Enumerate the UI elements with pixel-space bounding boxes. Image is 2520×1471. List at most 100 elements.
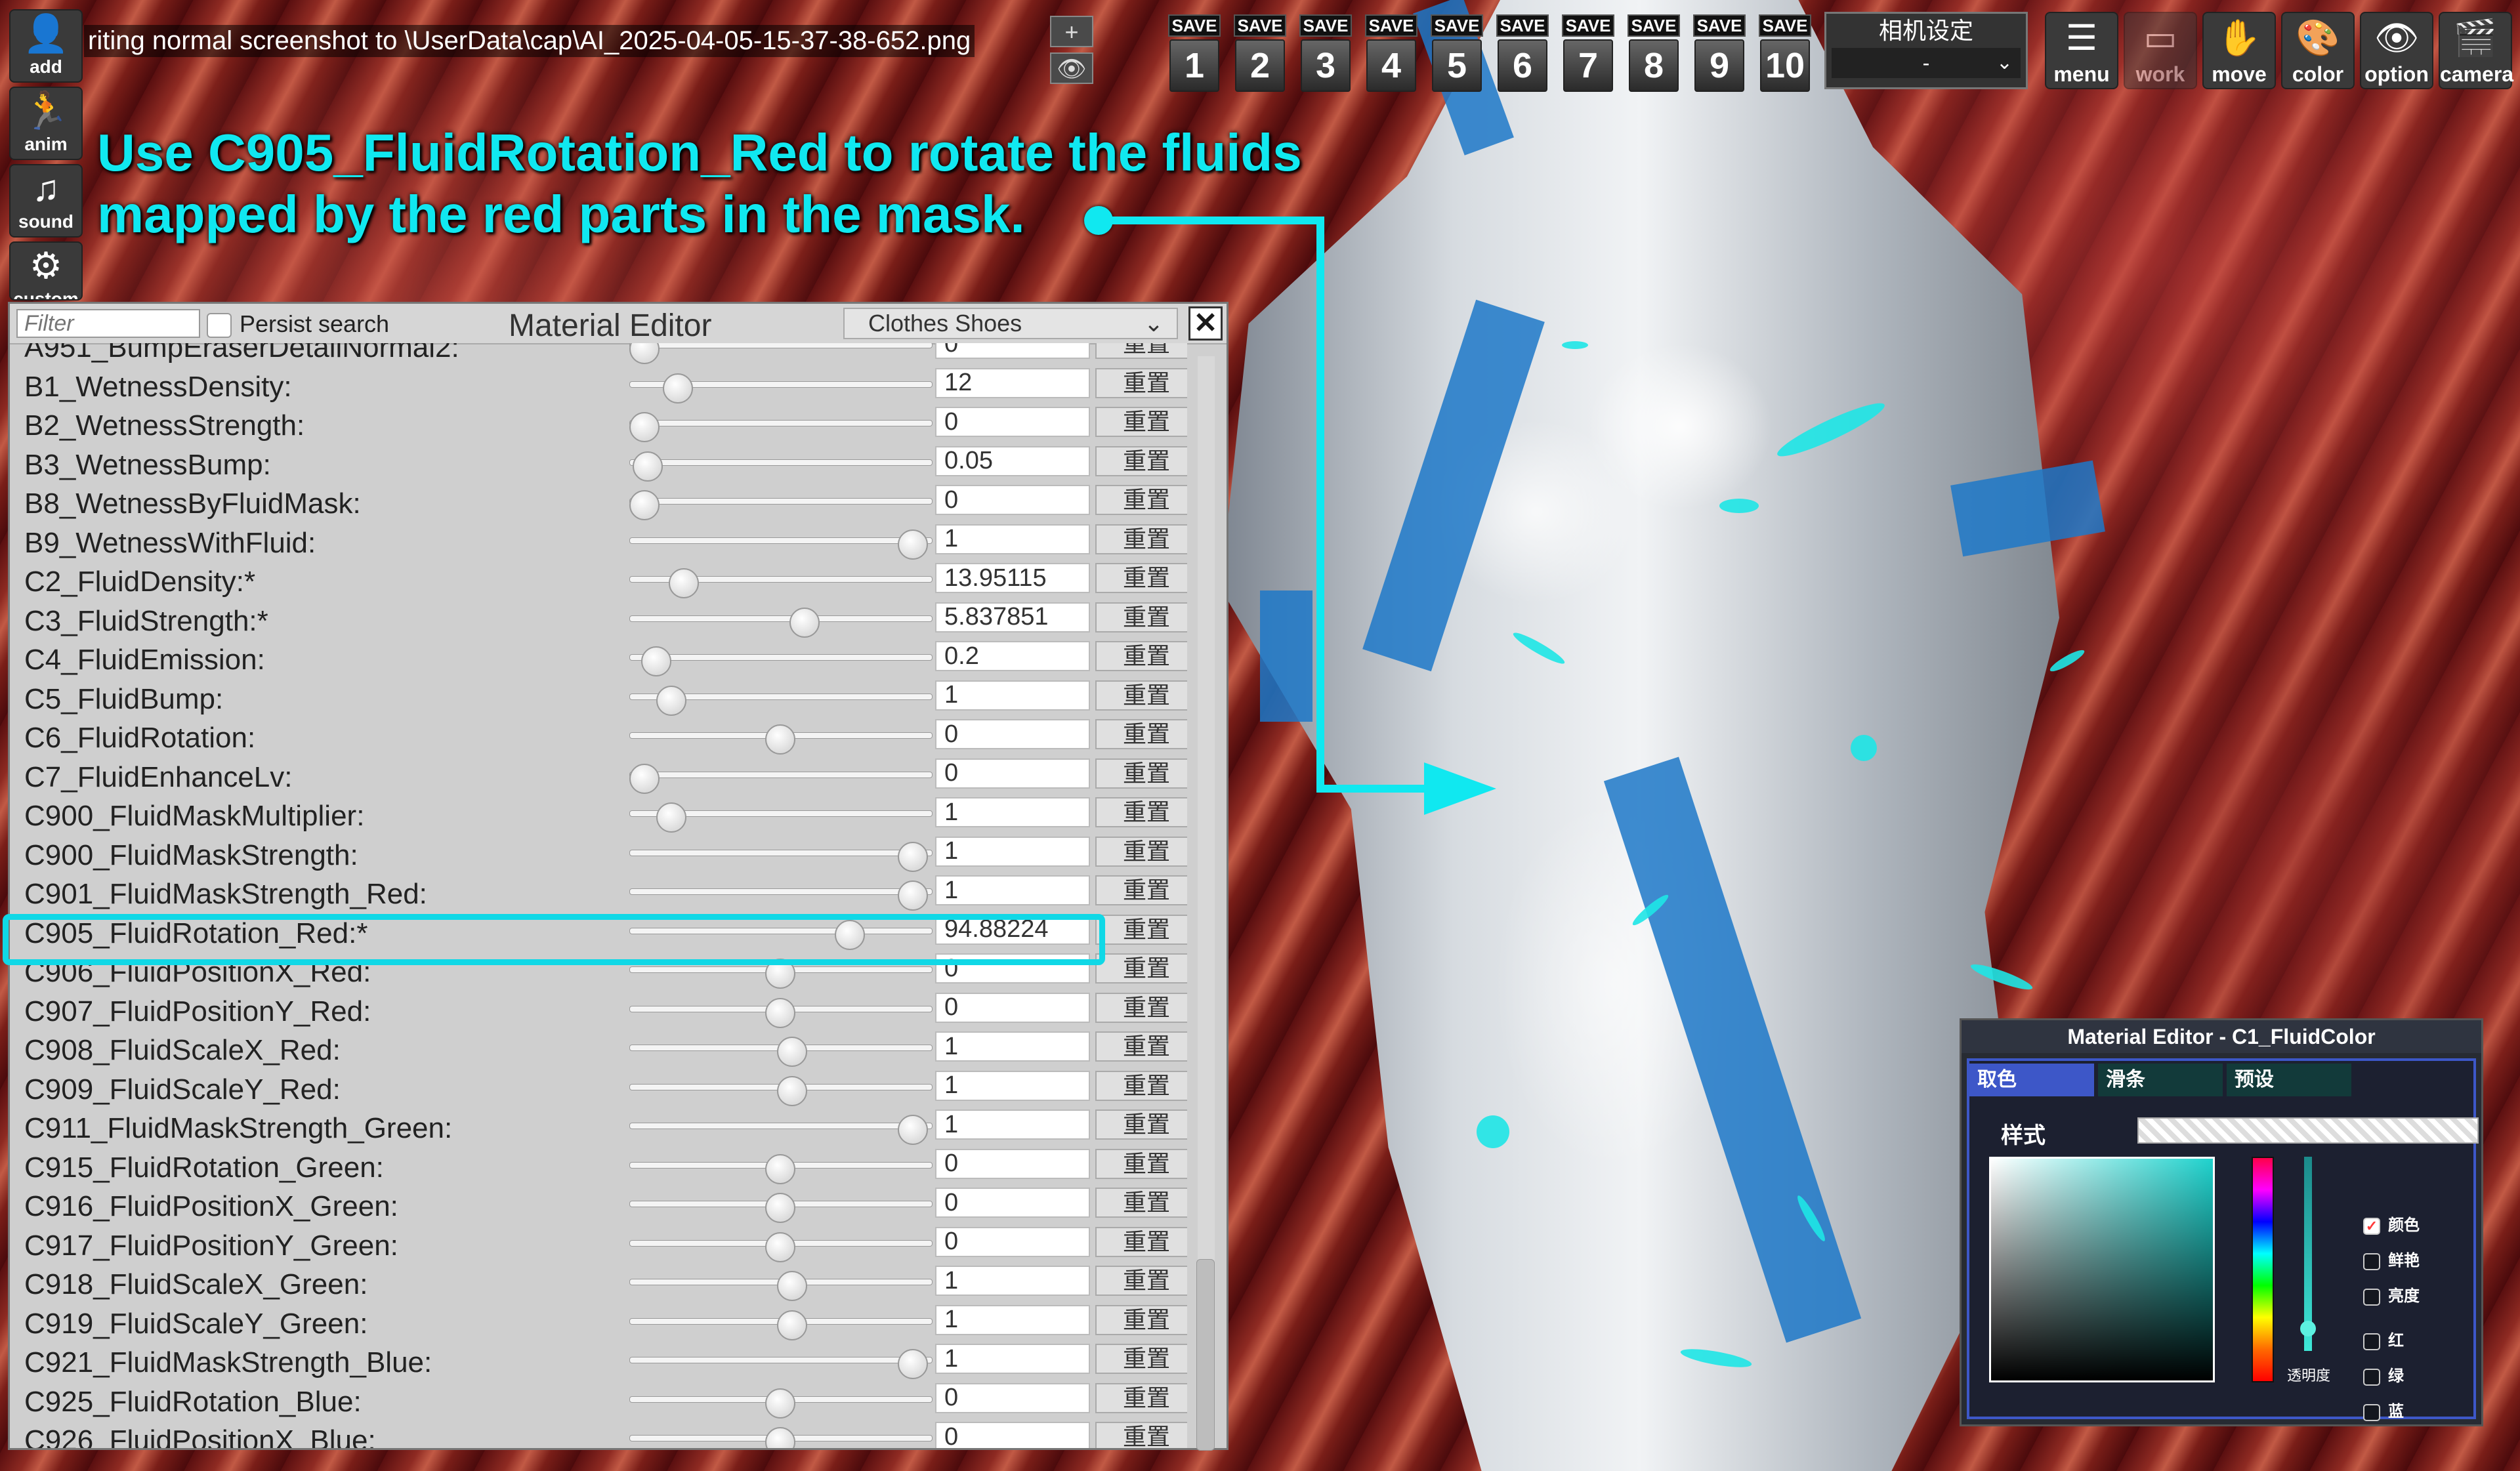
camera-button[interactable]: 🎬 camera [2439,12,2513,89]
saturation-value-picker[interactable] [1989,1157,2215,1382]
slider-handle[interactable] [898,529,929,560]
channel-option[interactable]: 亮度 [2363,1283,2420,1306]
tab-sliders[interactable]: 滑条 [2098,1064,2223,1096]
slider-handle[interactable] [777,1075,808,1106]
reset-button[interactable]: 重置 [1095,563,1187,593]
slider-handle[interactable] [777,1271,808,1301]
property-value-field[interactable] [935,797,1090,827]
anim-button[interactable]: 🏃 anim [9,87,83,160]
property-value-field[interactable] [935,524,1090,554]
property-slider[interactable] [629,1357,933,1363]
reset-button[interactable]: 重置 [1095,680,1187,711]
slider-handle[interactable] [629,412,660,442]
channel-option[interactable]: ✓ 颜色 [2363,1212,2420,1235]
checkbox[interactable] [2363,1368,2380,1386]
reset-button[interactable]: 重置 [1095,875,1187,905]
reset-button[interactable]: 重置 [1095,1188,1187,1218]
property-slider[interactable] [629,537,933,544]
color-swatch-preview[interactable] [2137,1117,2479,1144]
reset-button[interactable]: 重置 [1095,641,1187,671]
property-value-field[interactable] [935,602,1090,632]
property-value-field[interactable] [935,758,1090,789]
save-slot-8[interactable]: SAVE 8 [1626,14,1681,92]
property-value-field[interactable] [935,992,1090,1023]
slider-handle[interactable] [765,724,795,755]
hue-slider[interactable] [2252,1157,2274,1382]
add-button[interactable]: 👤 add [9,9,83,83]
reset-button[interactable]: 重置 [1095,407,1187,437]
property-value-field[interactable] [935,407,1090,437]
reset-button[interactable]: 重置 [1095,1266,1187,1296]
channel-option[interactable]: 红 [2363,1327,2404,1350]
save-slot-9[interactable]: SAVE 9 [1692,14,1747,92]
property-value-field[interactable] [935,1109,1090,1140]
checkbox[interactable] [2363,1403,2380,1421]
slider-handle[interactable] [668,568,699,598]
sound-button[interactable]: ♫ sound [9,164,83,238]
property-value-field[interactable] [935,1344,1090,1374]
property-value-field[interactable] [935,563,1090,593]
property-slider[interactable] [629,1123,933,1129]
reset-button[interactable]: 重置 [1095,1070,1187,1101]
property-slider[interactable] [629,343,933,348]
reset-button[interactable]: 重置 [1095,1344,1187,1374]
checkbox[interactable] [2363,1333,2380,1350]
property-value-field[interactable] [935,367,1090,398]
reset-button[interactable]: 重置 [1095,797,1187,827]
property-value-field[interactable] [935,1188,1090,1218]
slider-handle[interactable] [765,997,795,1028]
reset-button[interactable]: 重置 [1095,485,1187,515]
tab-presets[interactable]: 预设 [2227,1064,2351,1096]
save-slot-2[interactable]: SAVE 2 [1232,14,1288,92]
slider-handle[interactable] [898,881,929,911]
save-slot-1[interactable]: SAVE 1 [1167,14,1222,92]
slider-handle[interactable] [777,1037,808,1067]
alpha-slider-handle[interactable] [2300,1321,2316,1336]
save-slot-10[interactable]: SAVE 10 [1757,14,1813,92]
reset-button[interactable]: 重置 [1095,1382,1187,1413]
slider-handle[interactable] [777,1310,808,1340]
slider-handle[interactable] [765,1388,795,1419]
close-button[interactable]: ✕ [1188,306,1223,341]
reset-button[interactable]: 重置 [1095,1148,1187,1179]
custom-button[interactable]: ⚙ custom [9,241,83,300]
channel-option[interactable]: 蓝 [2363,1398,2404,1421]
zoom-plus-button[interactable]: + [1050,16,1093,47]
save-slot-6[interactable]: SAVE 6 [1495,14,1550,92]
work-button[interactable]: ▭ work [2124,12,2197,89]
reset-button[interactable]: 重置 [1095,836,1187,867]
slider-handle[interactable] [765,1427,795,1448]
slider-handle[interactable] [765,1193,795,1223]
slider-handle[interactable] [641,646,672,676]
property-slider[interactable] [629,771,933,778]
visibility-toggle-button[interactable]: 👁 [1050,52,1093,84]
slider-handle[interactable] [765,1232,795,1262]
slider-handle[interactable] [898,1115,929,1145]
property-value-field[interactable] [935,680,1090,711]
reset-button[interactable]: 重置 [1095,914,1187,945]
property-value-field[interactable] [935,1070,1090,1101]
checkbox[interactable]: ✓ [2363,1217,2380,1235]
property-value-field[interactable] [935,1226,1090,1257]
property-slider[interactable] [629,849,933,856]
reset-button[interactable]: 重置 [1095,445,1187,476]
move-button[interactable]: ✋ move [2202,12,2276,89]
slider-handle[interactable] [898,841,929,872]
slider-handle[interactable] [629,490,660,520]
slider-handle[interactable] [656,685,687,716]
property-value-field[interactable] [935,1382,1090,1413]
slider-handle[interactable] [629,763,660,794]
property-value-field[interactable] [935,445,1090,476]
property-value-field[interactable] [935,343,1090,359]
property-value-field[interactable] [935,485,1090,515]
tab-pick-color[interactable]: 取色 [1969,1064,2094,1096]
color-button[interactable]: 🎨 color [2281,12,2355,89]
reset-button[interactable]: 重置 [1095,1422,1187,1448]
save-slot-4[interactable]: SAVE 4 [1364,14,1419,92]
reset-button[interactable]: 重置 [1095,1109,1187,1140]
reset-button[interactable]: 重置 [1095,1031,1187,1062]
checkbox[interactable] [2363,1288,2380,1306]
property-value-field[interactable] [935,836,1090,867]
save-slot-5[interactable]: SAVE 5 [1429,14,1484,92]
property-value-field[interactable] [935,719,1090,749]
